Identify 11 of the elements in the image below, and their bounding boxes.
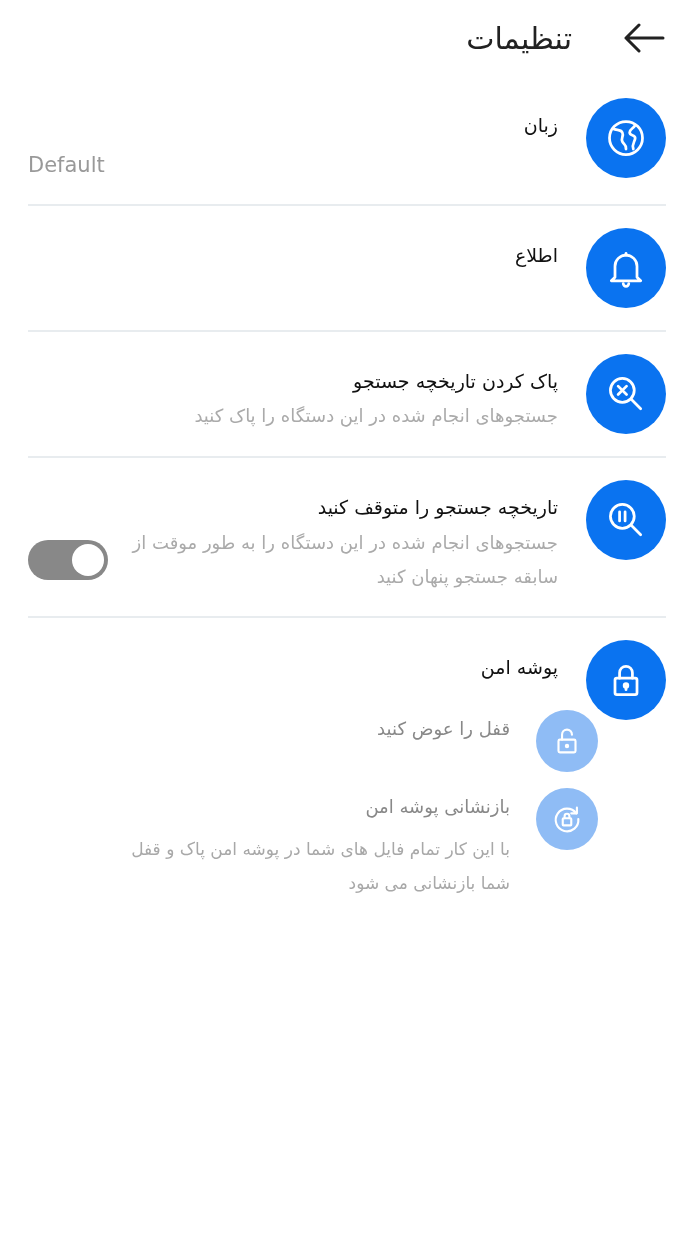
setting-title[interactable]: اطلاع (28, 227, 558, 270)
setting-description: جستجوهای انجام شده در این دستگاه را به طور موقت از سابقه جستجو پنهان کنید (130, 530, 558, 590)
setting-title[interactable]: پاک کردن تاریخچه جستجو (28, 353, 558, 396)
setting-title[interactable]: پوشه امن (28, 639, 558, 682)
setting-description: با این کار تمام فایل های شما در پوشه امن پاک و قفل شما بازنشانی می شود (130, 837, 510, 895)
page-title: تنظیمات (466, 19, 572, 58)
setting-value: Default (28, 152, 106, 179)
setting-title[interactable]: تاریخچه جستجو را متوقف کنید (28, 479, 558, 522)
toggle-switch[interactable] (28, 539, 108, 580)
setting-title[interactable]: زبان (28, 98, 558, 140)
setting-description: جستجوهای انجام شده در این دستگاه را پاک کنید (193, 403, 558, 429)
